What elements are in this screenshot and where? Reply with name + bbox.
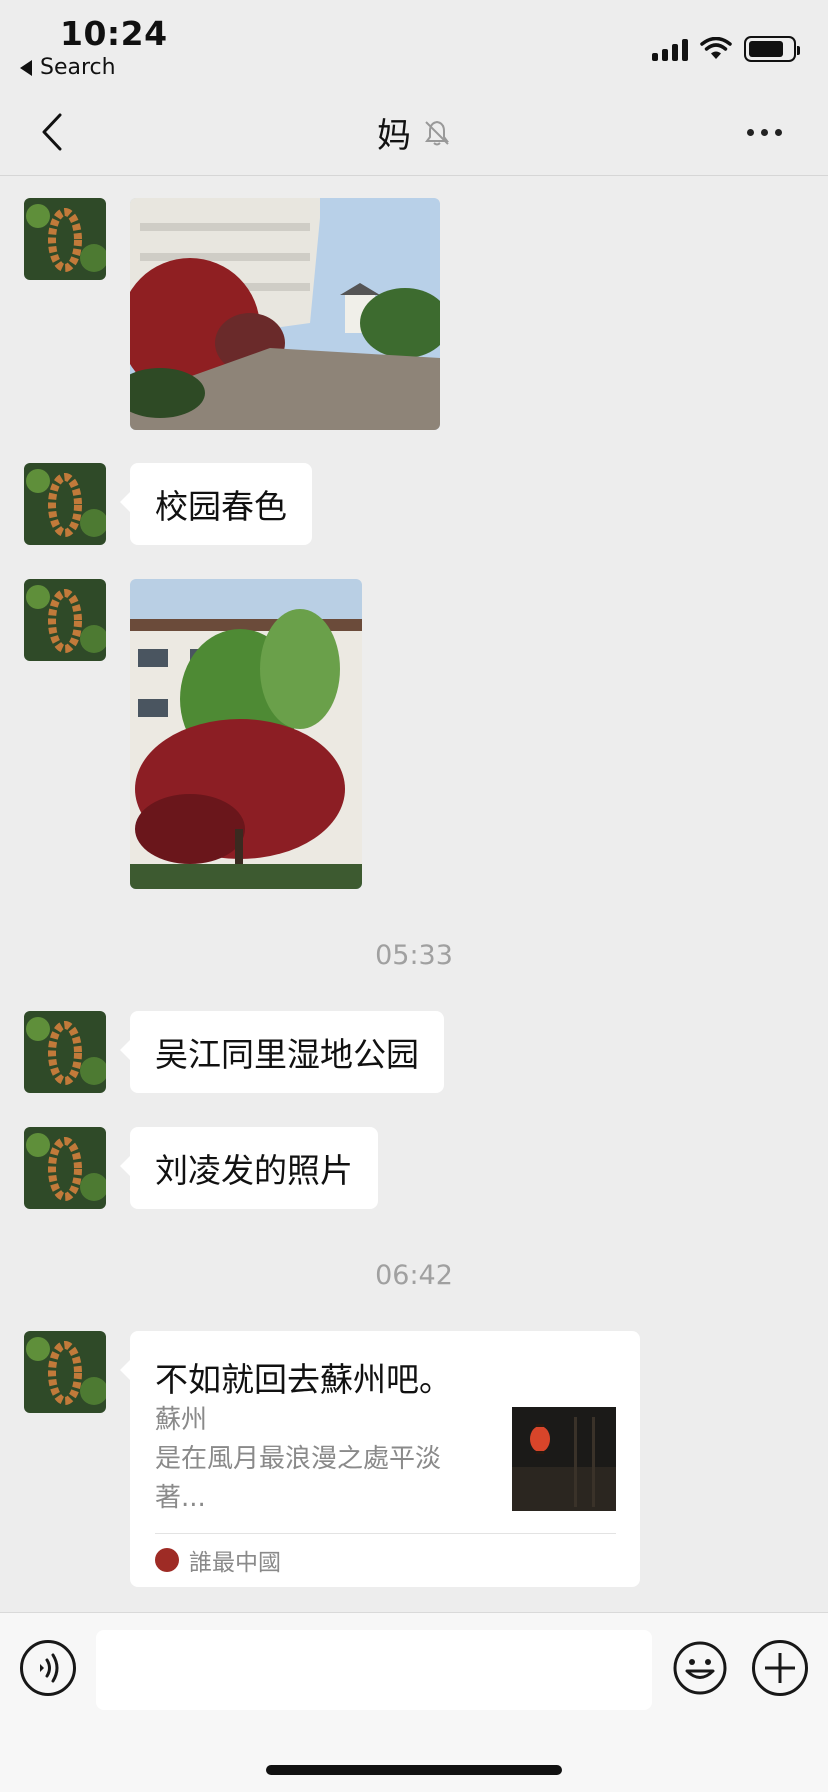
chat-title-text: 妈 — [377, 116, 411, 156]
text-bubble[interactable]: 校园春色 — [120, 463, 312, 545]
voice-icon — [40, 1653, 59, 1683]
timestamp: 06:42 — [375, 1260, 453, 1291]
link-source-name: 誰最中國 — [189, 1550, 281, 1576]
wifi-icon — [700, 37, 732, 59]
back-to-search-label: Search — [40, 55, 116, 80]
input-bar — [0, 1612, 828, 1792]
home-indicator — [266, 1765, 562, 1775]
back-to-search[interactable]: Search — [20, 55, 116, 80]
photo-message[interactable] — [130, 198, 440, 430]
link-description-line: 著... — [155, 1483, 206, 1513]
link-description-line: 是在風月最浪漫之處平淡 — [155, 1444, 442, 1474]
back-triangle-icon — [20, 59, 32, 76]
emoji-icon — [673, 1641, 727, 1695]
link-thumbnail — [512, 1407, 616, 1511]
link-title: 不如就回去蘇州吧。 — [155, 1360, 452, 1399]
emoji-button[interactable] — [672, 1640, 728, 1696]
header: 10:24 Search 妈 — [0, 0, 828, 176]
link-divider — [155, 1533, 616, 1534]
source-logo-icon — [155, 1548, 179, 1572]
signal-icon — [652, 37, 688, 61]
more-button[interactable] — [740, 112, 788, 152]
avatar[interactable] — [24, 1011, 106, 1093]
chat-title: 妈 — [0, 108, 828, 157]
battery-icon — [744, 36, 800, 62]
text-bubble[interactable]: 刘凌发的照片 — [120, 1127, 378, 1209]
avatar[interactable] — [24, 198, 106, 280]
voice-button[interactable] — [20, 1640, 76, 1696]
link-description: 蘇州 是在風月最浪漫之處平淡 著... — [155, 1401, 475, 1518]
text-bubble[interactable]: 吴江同里湿地公园 — [120, 1011, 444, 1093]
ellipsis-icon — [746, 128, 754, 136]
message-input[interactable] — [96, 1630, 652, 1710]
status-time: 10:24 — [60, 14, 168, 53]
avatar[interactable] — [24, 1331, 106, 1413]
link-card[interactable]: 不如就回去蘇州吧。 蘇州 是在風月最浪漫之處平淡 著... 誰最中國 — [120, 1331, 640, 1587]
avatar[interactable] — [24, 1127, 106, 1209]
photo-message[interactable] — [130, 579, 362, 889]
status-icons — [652, 36, 800, 62]
avatar[interactable] — [24, 579, 106, 661]
avatar[interactable] — [24, 463, 106, 545]
link-description-line: 蘇州 — [155, 1405, 208, 1435]
plus-button[interactable] — [752, 1640, 808, 1696]
bell-muted-icon — [425, 120, 449, 145]
link-source: 誰最中國 — [155, 1543, 281, 1577]
timestamp: 05:33 — [375, 940, 453, 971]
